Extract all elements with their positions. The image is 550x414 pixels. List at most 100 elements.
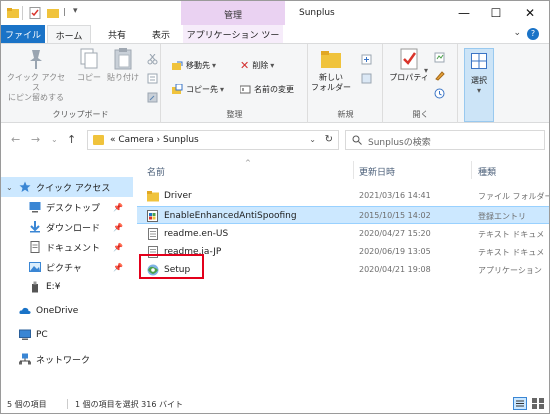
usb-drive-icon — [32, 281, 38, 293]
forward-arrow-icon[interactable]: → — [31, 133, 40, 146]
new-folder-button[interactable]: 新しい フォルダー — [311, 47, 351, 93]
tab-share[interactable]: 共有 — [97, 25, 137, 43]
qa-customize-chevron-icon[interactable]: ▾ — [73, 6, 78, 16]
copy-button[interactable]: コピー — [71, 47, 107, 83]
pin-to-quick-access-button[interactable]: クイック アクセス にピン留めする — [3, 47, 69, 103]
new-group: 新しい フォルダー 新規 — [309, 44, 383, 123]
refresh-icon[interactable]: ↻ — [325, 134, 333, 145]
edit-icon[interactable] — [434, 68, 448, 82]
up-arrow-icon[interactable]: ↑ — [67, 133, 76, 146]
expand-chevron-icon[interactable]: ⌄ — [6, 183, 13, 192]
file-modified: 2020/04/21 19:08 — [359, 265, 431, 274]
navigation-bar: ← → ⌄ ↑ « Camera › Sunplus ⌄ ↻ Sunplusの検… — [1, 124, 549, 158]
pinned-icon: 📌 — [113, 262, 123, 272]
open-group-label: 開く — [412, 110, 429, 119]
tab-view[interactable]: 表示 — [141, 25, 181, 43]
help-icon[interactable]: ? — [527, 28, 539, 40]
copy-to-label: コピー先 — [186, 84, 218, 94]
address-dropdown-icon[interactable]: ⌄ — [309, 135, 316, 144]
address-path[interactable]: « Camera › Sunplus — [110, 135, 199, 145]
star-icon — [19, 181, 31, 192]
new-folder-icon — [319, 47, 343, 71]
properties-dropdown-icon[interactable]: ▾ — [424, 66, 428, 75]
search-box[interactable]: Sunplusの検索 — [345, 130, 545, 150]
nav-item-downloads[interactable]: ダウンロード 📌 — [1, 217, 133, 237]
file-row-enableenhancedantispoofing[interactable]: EnableEnhancedAntiSpoofing 2015/10/15 14… — [137, 206, 549, 224]
select-label: 選択 — [471, 76, 487, 85]
maximize-button[interactable]: ☐ — [479, 1, 513, 25]
nav-item-quick-access[interactable]: ⌄ クイック アクセス — [1, 177, 133, 197]
move-to-button[interactable]: 移動先 ▾ — [172, 58, 216, 72]
text-file-icon — [148, 228, 158, 240]
file-type: 登録エントリ — [478, 212, 526, 221]
file-row-driver[interactable]: Driver 2021/03/16 14:41 ファイル フォルダー — [137, 187, 549, 205]
copy-to-button[interactable]: コピー先 ▾ — [172, 82, 224, 96]
new-folder-qa-icon[interactable] — [47, 7, 59, 19]
new-item-icon[interactable] — [361, 52, 375, 66]
column-header-type[interactable]: 種類 — [478, 165, 496, 178]
file-name: Driver — [164, 191, 192, 201]
ribbon-expand-chevron-icon[interactable]: ⌄ — [513, 28, 521, 38]
properties-button[interactable]: プロパティ — [386, 47, 432, 83]
manage-label: 管理 — [223, 11, 242, 21]
documents-icon — [30, 241, 40, 253]
ribbon: クイック アクセス にピン留めする コピー 貼り付け クリップボード 移動先 ▾… — [1, 43, 549, 123]
close-button[interactable]: ✕ — [513, 1, 547, 25]
download-icon — [30, 221, 40, 233]
easy-access-icon[interactable] — [361, 71, 375, 85]
nav-label: OneDrive — [36, 306, 79, 316]
history-icon[interactable] — [434, 86, 448, 100]
nav-item-network[interactable]: ネットワーク — [1, 349, 133, 369]
ribbon-tab-row: ファイル ホーム 共有 表示 アプリケーション ツール ⌄ ? — [1, 25, 549, 54]
select-dropdown-icon: ▾ — [476, 86, 481, 95]
column-separator[interactable] — [353, 161, 354, 179]
recent-locations-chevron-icon[interactable]: ⌄ — [51, 135, 58, 144]
new-folder-label: 新しい フォルダー — [311, 73, 351, 92]
delete-button[interactable]: ✕ 削除 ▾ — [240, 58, 274, 72]
organize-group: 移動先 ▾ コピー先 ▾ ✕ 削除 ▾ 名前の変更 整理 — [162, 44, 308, 123]
status-bar: 5 個の項目 1 個の項目を選択 316 バイト — [1, 395, 549, 413]
paste-button[interactable]: 貼り付け — [105, 47, 141, 83]
nav-item-desktop[interactable]: デスクトップ 📌 — [1, 197, 133, 217]
address-bar[interactable]: « Camera › Sunplus ⌄ ↻ — [87, 130, 339, 150]
pin-icon — [24, 47, 48, 71]
pictures-icon — [29, 262, 41, 272]
network-icon — [19, 353, 31, 365]
pinned-icon: 📌 — [113, 222, 123, 232]
column-header-modified[interactable]: 更新日時 — [359, 165, 395, 178]
tab-home[interactable]: ホーム — [47, 25, 91, 44]
rename-button[interactable]: 名前の変更 — [240, 82, 294, 96]
file-type: ファイル フォルダー — [478, 192, 550, 201]
nav-item-documents[interactable]: ドキュメント 📌 — [1, 237, 133, 257]
file-row-readme-en-us[interactable]: readme.en-US 2020/04/27 15:20 テキスト ドキュメ — [137, 225, 549, 243]
address-folder-icon — [93, 135, 104, 145]
manage-context-tab-group: 管理 — [181, 1, 285, 25]
nav-item-e-drive[interactable]: E:¥ — [1, 277, 133, 297]
select-button[interactable]: 選択 ▾ — [464, 48, 494, 122]
nav-label: クイック アクセス — [36, 183, 111, 194]
delete-label: 削除 — [252, 60, 269, 70]
nav-item-onedrive[interactable]: OneDrive — [1, 301, 133, 321]
open-icon[interactable] — [434, 50, 448, 64]
file-name: EnableEnhancedAntiSpoofing — [164, 211, 297, 221]
rename-icon — [240, 85, 251, 93]
search-placeholder: Sunplusの検索 — [368, 138, 431, 148]
nav-item-pictures[interactable]: ピクチャ 📌 — [1, 257, 133, 277]
paste-shortcut-icon[interactable] — [147, 90, 161, 104]
sort-ascending-icon: ^ — [245, 159, 251, 167]
tab-application-tools[interactable]: アプリケーション ツール — [183, 25, 283, 54]
large-icons-view-icon[interactable] — [531, 397, 545, 410]
file-modified: 2015/10/15 14:02 — [359, 211, 431, 220]
minimize-button[interactable]: — — [447, 1, 481, 25]
copy-path-icon[interactable] — [147, 71, 161, 85]
column-header-name[interactable]: 名前 — [147, 165, 165, 178]
nav-item-pc[interactable]: PC — [1, 325, 133, 345]
properties-qa-icon[interactable] — [29, 7, 41, 19]
back-arrow-icon[interactable]: ← — [11, 133, 20, 146]
clipboard-group: クイック アクセス にピン留めする コピー 貼り付け クリップボード — [1, 44, 161, 123]
column-separator[interactable] — [471, 161, 472, 179]
pinned-icon: 📌 — [113, 202, 123, 212]
cut-icon[interactable] — [147, 52, 161, 66]
tab-file[interactable]: ファイル — [1, 25, 45, 43]
details-view-icon[interactable] — [513, 397, 527, 410]
